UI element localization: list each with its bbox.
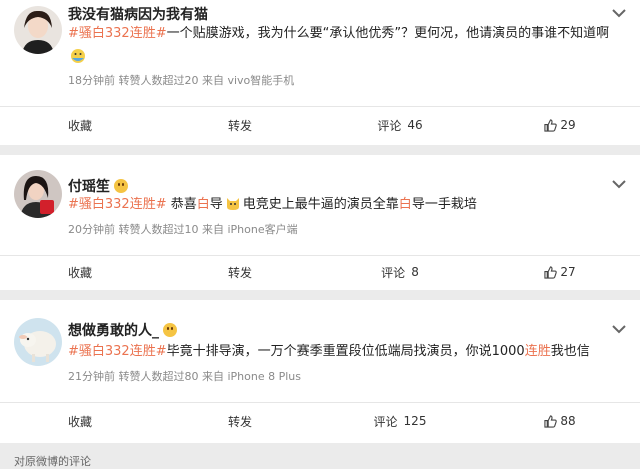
action-bar: 收藏 转发 评论 8 27 [0,257,640,287]
collect-button[interactable]: 收藏 [0,257,160,287]
action-bar: 收藏 转发 评论 46 29 [0,110,640,140]
chevron-down-icon[interactable] [612,8,626,18]
post-text: #骚白332连胜# 恭喜白导 电竞史上最牛逼的演员全靠白导一手栽培 [68,197,477,212]
comment-count: 8 [411,265,419,279]
divider [0,106,640,107]
like-count: 29 [560,118,576,132]
chevron-down-icon[interactable] [612,324,626,334]
comment-button[interactable]: 评论 8 [320,257,480,287]
highlight-keyword[interactable]: 连胜 [525,344,551,359]
avatar[interactable] [14,6,62,54]
like-button[interactable]: 88 [480,406,640,436]
comment-button[interactable]: 评论 125 [320,406,480,436]
like-count: 27 [560,265,576,279]
username[interactable]: 想做勇敢的人_ [68,320,177,340]
chevron-down-icon[interactable] [612,179,626,189]
emoji-icon [114,179,128,193]
emoji-icon [71,49,85,63]
highlight-keyword[interactable]: 白 [197,197,210,212]
post-card: 付瑶笙 #骚白332连胜# 恭喜白导 电竞史上最牛逼的演员全靠白导一手栽培 20分… [0,155,640,290]
post-text: #骚白332连胜#毕竟十排导演，一万个赛季重置段位低端局找演员，你说1000连胜… [68,344,590,359]
repost-button[interactable]: 转发 [160,257,320,287]
section-footer-label: 对原微博的评论 [14,455,91,468]
hashtag-link[interactable]: #骚白332连胜# [68,344,167,359]
divider [0,402,640,403]
post-text: #骚白332连胜#一个贴膜游戏，我为什么要“承认他优秀”？更何况，他请演员的事谁… [68,26,610,41]
hashtag-link[interactable]: #骚白332连胜# [68,197,167,212]
comment-count: 125 [403,414,427,428]
like-button[interactable]: 27 [480,257,640,287]
like-button[interactable]: 29 [480,110,640,140]
thumbs-up-icon [544,118,558,132]
cat-emoji-icon [226,198,239,210]
thumbs-up-icon [544,414,558,428]
post-meta: 18分钟前 转赞人数超过20 来自 vivo智能手机 [68,74,295,87]
post-card: 想做勇敢的人_ #骚白332连胜#毕竟十排导演，一万个赛季重置段位低端局找演员，… [0,300,640,443]
collect-button[interactable]: 收藏 [0,406,160,436]
comment-count: 46 [407,118,423,132]
like-count: 88 [560,414,576,428]
repost-button[interactable]: 转发 [160,110,320,140]
collect-button[interactable]: 收藏 [0,110,160,140]
hashtag-link[interactable]: #骚白332连胜# [68,26,167,41]
comment-button[interactable]: 评论 46 [320,110,480,140]
post-meta: 20分钟前 转赞人数超过10 来自 iPhone客户端 [68,223,298,236]
username[interactable]: 付瑶笙 [68,176,128,196]
username[interactable]: 我没有猫病因为我有猫 [68,4,208,24]
repost-button[interactable]: 转发 [160,406,320,436]
emoji-icon [163,323,177,337]
post-card: 我没有猫病因为我有猫 #骚白332连胜#一个贴膜游戏，我为什么要“承认他优秀”？… [0,0,640,145]
divider [0,255,640,256]
avatar[interactable] [14,318,62,366]
thumbs-up-icon [544,265,558,279]
avatar[interactable] [14,170,62,218]
action-bar: 收藏 转发 评论 125 88 [0,406,640,436]
highlight-keyword[interactable]: 白 [399,197,412,212]
post-meta: 21分钟前 转赞人数超过80 来自 iPhone 8 Plus [68,370,301,383]
